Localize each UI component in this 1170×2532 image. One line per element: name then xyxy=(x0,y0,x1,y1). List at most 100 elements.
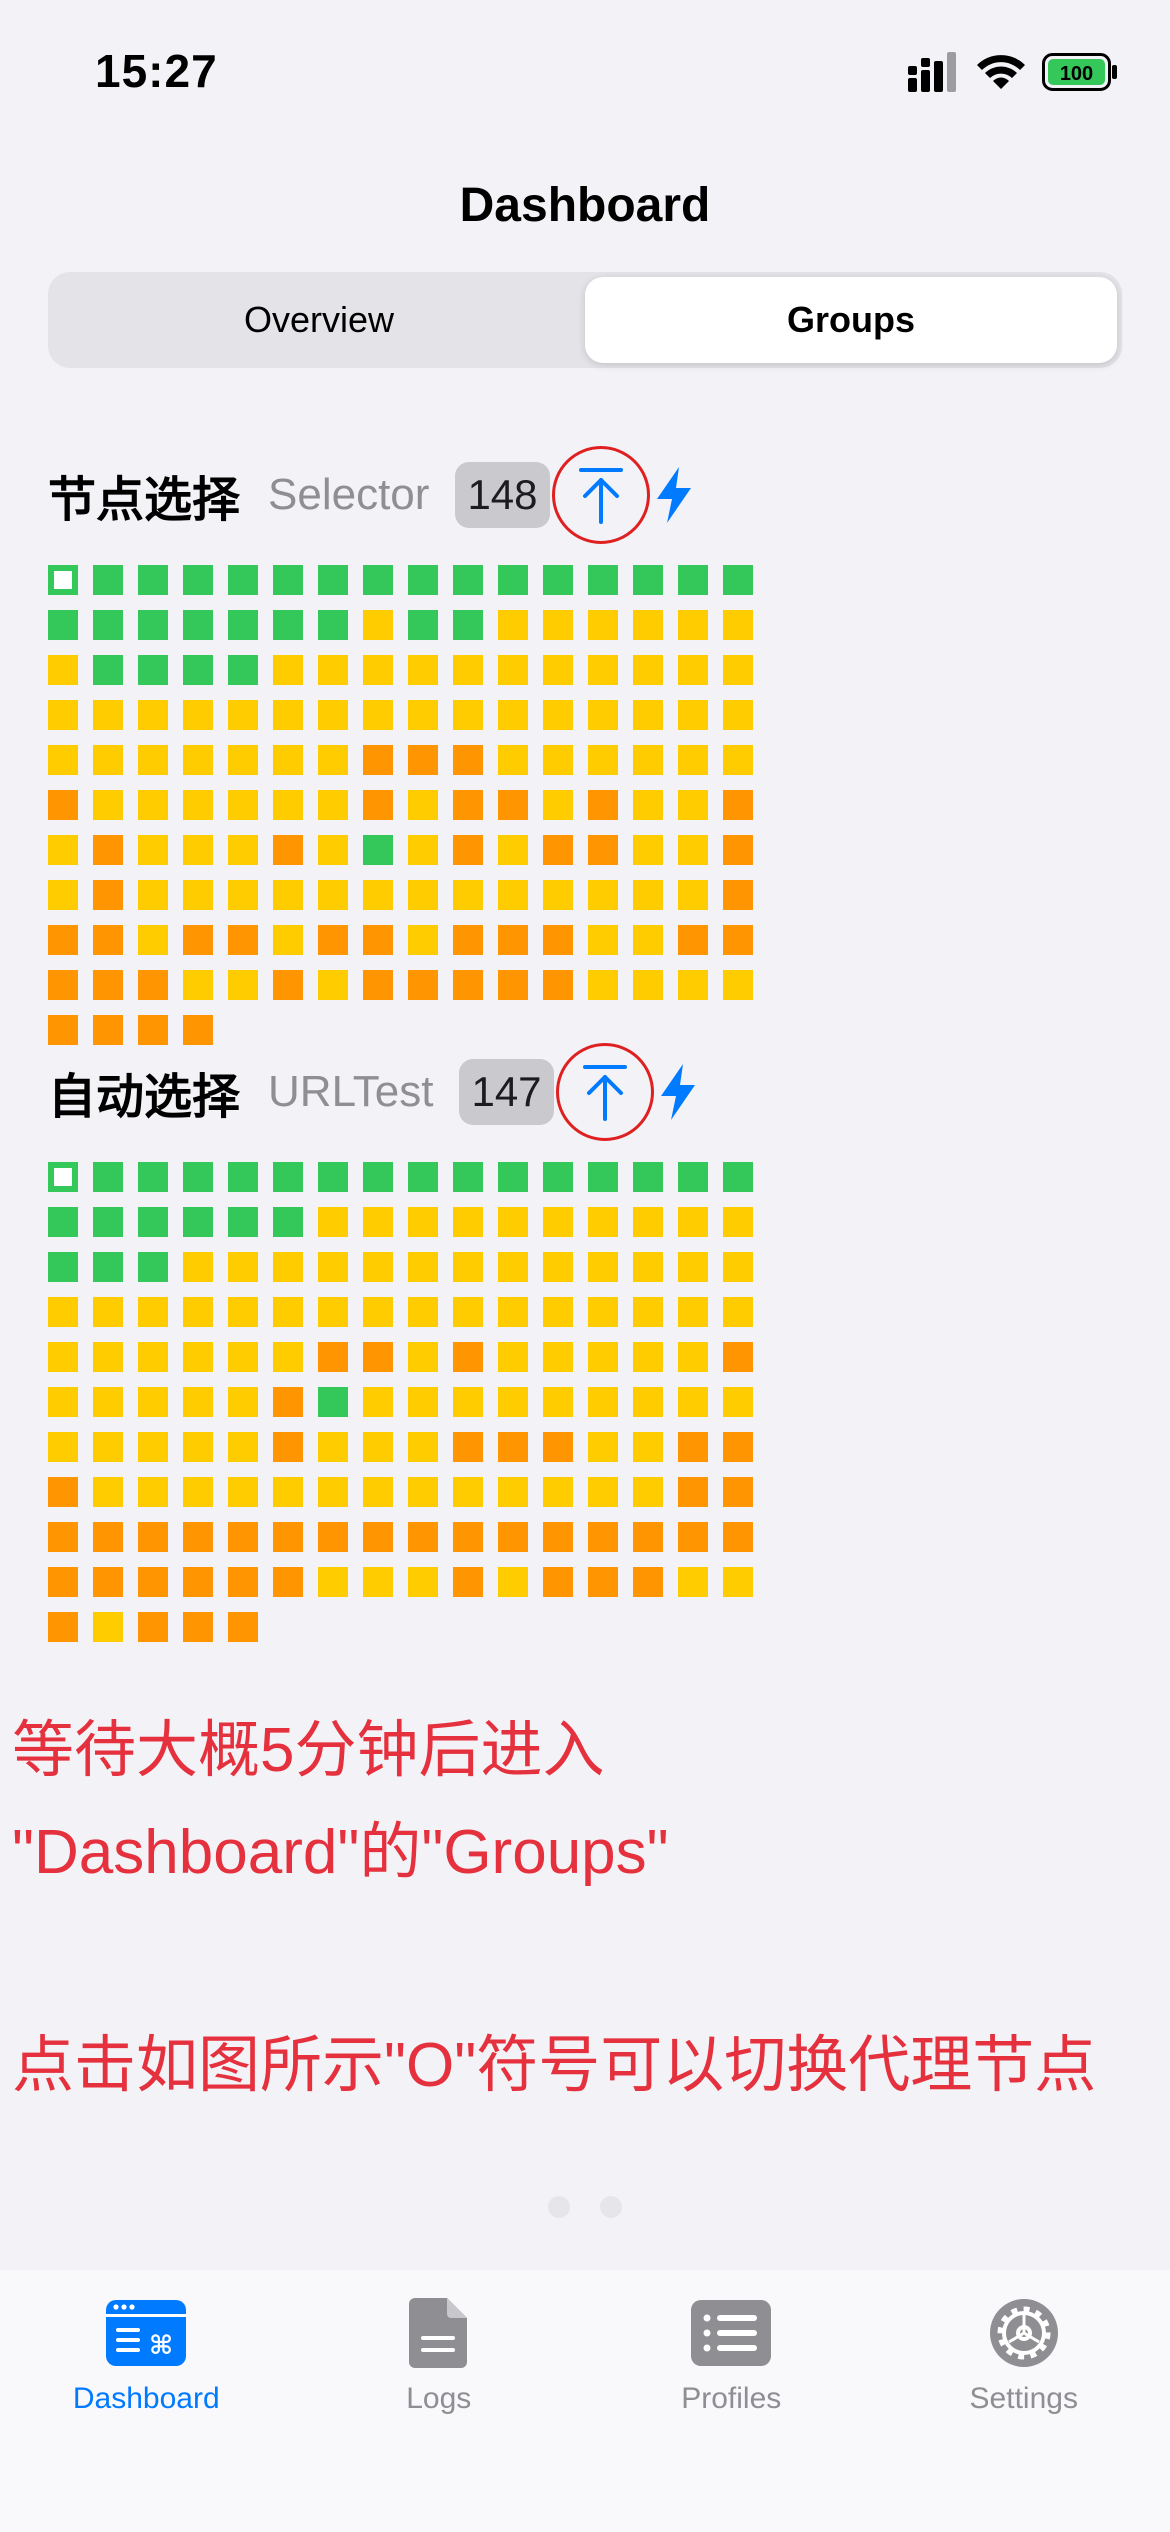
proxy-node[interactable] xyxy=(543,655,573,685)
proxy-node[interactable] xyxy=(543,1477,573,1507)
proxy-node[interactable] xyxy=(138,1522,168,1552)
proxy-node[interactable] xyxy=(183,610,213,640)
proxy-node[interactable] xyxy=(138,1387,168,1417)
proxy-node[interactable] xyxy=(633,655,663,685)
proxy-node[interactable] xyxy=(588,1567,618,1597)
proxy-node[interactable] xyxy=(93,970,123,1000)
proxy-node[interactable] xyxy=(453,1162,483,1192)
proxy-node[interactable] xyxy=(588,790,618,820)
proxy-node[interactable] xyxy=(633,700,663,730)
proxy-node[interactable] xyxy=(48,1612,78,1642)
proxy-node[interactable] xyxy=(543,835,573,865)
proxy-node[interactable] xyxy=(93,1015,123,1045)
proxy-node[interactable] xyxy=(273,925,303,955)
proxy-node[interactable] xyxy=(588,1477,618,1507)
proxy-node[interactable] xyxy=(453,925,483,955)
proxy-node[interactable] xyxy=(408,1477,438,1507)
proxy-node[interactable] xyxy=(588,1252,618,1282)
proxy-node[interactable] xyxy=(273,1162,303,1192)
proxy-node[interactable] xyxy=(543,700,573,730)
proxy-node[interactable] xyxy=(543,1207,573,1237)
proxy-node[interactable] xyxy=(453,1477,483,1507)
proxy-node[interactable] xyxy=(228,1612,258,1642)
proxy-node[interactable] xyxy=(318,745,348,775)
proxy-node[interactable] xyxy=(543,1297,573,1327)
proxy-node[interactable] xyxy=(363,1477,393,1507)
proxy-node[interactable] xyxy=(723,835,753,865)
proxy-node[interactable] xyxy=(543,1162,573,1192)
proxy-node[interactable] xyxy=(363,1207,393,1237)
proxy-node[interactable] xyxy=(48,1207,78,1237)
proxy-node[interactable] xyxy=(318,610,348,640)
proxy-node[interactable] xyxy=(678,1252,708,1282)
proxy-node[interactable] xyxy=(183,1015,213,1045)
proxy-node[interactable] xyxy=(363,565,393,595)
proxy-node[interactable] xyxy=(138,790,168,820)
proxy-node[interactable] xyxy=(453,565,483,595)
proxy-node[interactable] xyxy=(408,745,438,775)
proxy-node[interactable] xyxy=(183,1342,213,1372)
proxy-node[interactable] xyxy=(498,1522,528,1552)
proxy-node[interactable] xyxy=(453,970,483,1000)
proxy-node[interactable] xyxy=(273,1207,303,1237)
proxy-node[interactable] xyxy=(318,1432,348,1462)
proxy-node[interactable] xyxy=(543,1387,573,1417)
proxy-node[interactable] xyxy=(318,1387,348,1417)
proxy-node[interactable] xyxy=(498,970,528,1000)
proxy-node[interactable] xyxy=(228,970,258,1000)
proxy-node[interactable] xyxy=(273,565,303,595)
proxy-node[interactable] xyxy=(723,1387,753,1417)
proxy-node[interactable] xyxy=(543,1522,573,1552)
proxy-node[interactable] xyxy=(273,1387,303,1417)
proxy-node[interactable] xyxy=(363,970,393,1000)
proxy-node[interactable] xyxy=(543,1432,573,1462)
proxy-node[interactable] xyxy=(633,745,663,775)
proxy-node[interactable] xyxy=(48,1567,78,1597)
proxy-node[interactable] xyxy=(138,745,168,775)
proxy-node[interactable] xyxy=(273,1477,303,1507)
proxy-node[interactable] xyxy=(93,835,123,865)
proxy-node[interactable] xyxy=(138,1252,168,1282)
proxy-node[interactable] xyxy=(408,1432,438,1462)
proxy-node[interactable] xyxy=(453,655,483,685)
proxy-node[interactable] xyxy=(723,1162,753,1192)
proxy-node[interactable] xyxy=(48,1015,78,1045)
proxy-node[interactable] xyxy=(408,790,438,820)
proxy-node[interactable] xyxy=(318,700,348,730)
proxy-node[interactable] xyxy=(318,1567,348,1597)
proxy-node[interactable] xyxy=(318,790,348,820)
proxy-node[interactable] xyxy=(93,1432,123,1462)
segment-overview[interactable]: Overview xyxy=(53,277,585,363)
proxy-node[interactable] xyxy=(228,1387,258,1417)
proxy-node[interactable] xyxy=(633,880,663,910)
proxy-node[interactable] xyxy=(48,790,78,820)
proxy-node[interactable] xyxy=(228,1342,258,1372)
proxy-node[interactable] xyxy=(273,1342,303,1372)
proxy-node[interactable] xyxy=(183,565,213,595)
proxy-node[interactable] xyxy=(453,610,483,640)
proxy-node[interactable] xyxy=(273,745,303,775)
proxy-node[interactable] xyxy=(273,835,303,865)
proxy-node[interactable] xyxy=(183,745,213,775)
proxy-node[interactable] xyxy=(723,880,753,910)
proxy-node-selected[interactable] xyxy=(48,1162,78,1192)
proxy-node[interactable] xyxy=(318,970,348,1000)
proxy-node[interactable] xyxy=(723,1342,753,1372)
proxy-node[interactable] xyxy=(723,565,753,595)
proxy-node[interactable] xyxy=(228,565,258,595)
proxy-node[interactable] xyxy=(678,610,708,640)
proxy-node[interactable] xyxy=(498,1477,528,1507)
proxy-node[interactable] xyxy=(678,1477,708,1507)
proxy-node[interactable] xyxy=(498,745,528,775)
proxy-node[interactable] xyxy=(633,1432,663,1462)
proxy-node[interactable] xyxy=(588,835,618,865)
proxy-node[interactable] xyxy=(183,790,213,820)
proxy-node[interactable] xyxy=(408,925,438,955)
proxy-node[interactable] xyxy=(543,925,573,955)
proxy-node[interactable] xyxy=(318,655,348,685)
proxy-node[interactable] xyxy=(273,1297,303,1327)
proxy-node[interactable] xyxy=(453,1297,483,1327)
proxy-node[interactable] xyxy=(543,1567,573,1597)
proxy-node[interactable] xyxy=(408,1207,438,1237)
proxy-node[interactable] xyxy=(588,925,618,955)
